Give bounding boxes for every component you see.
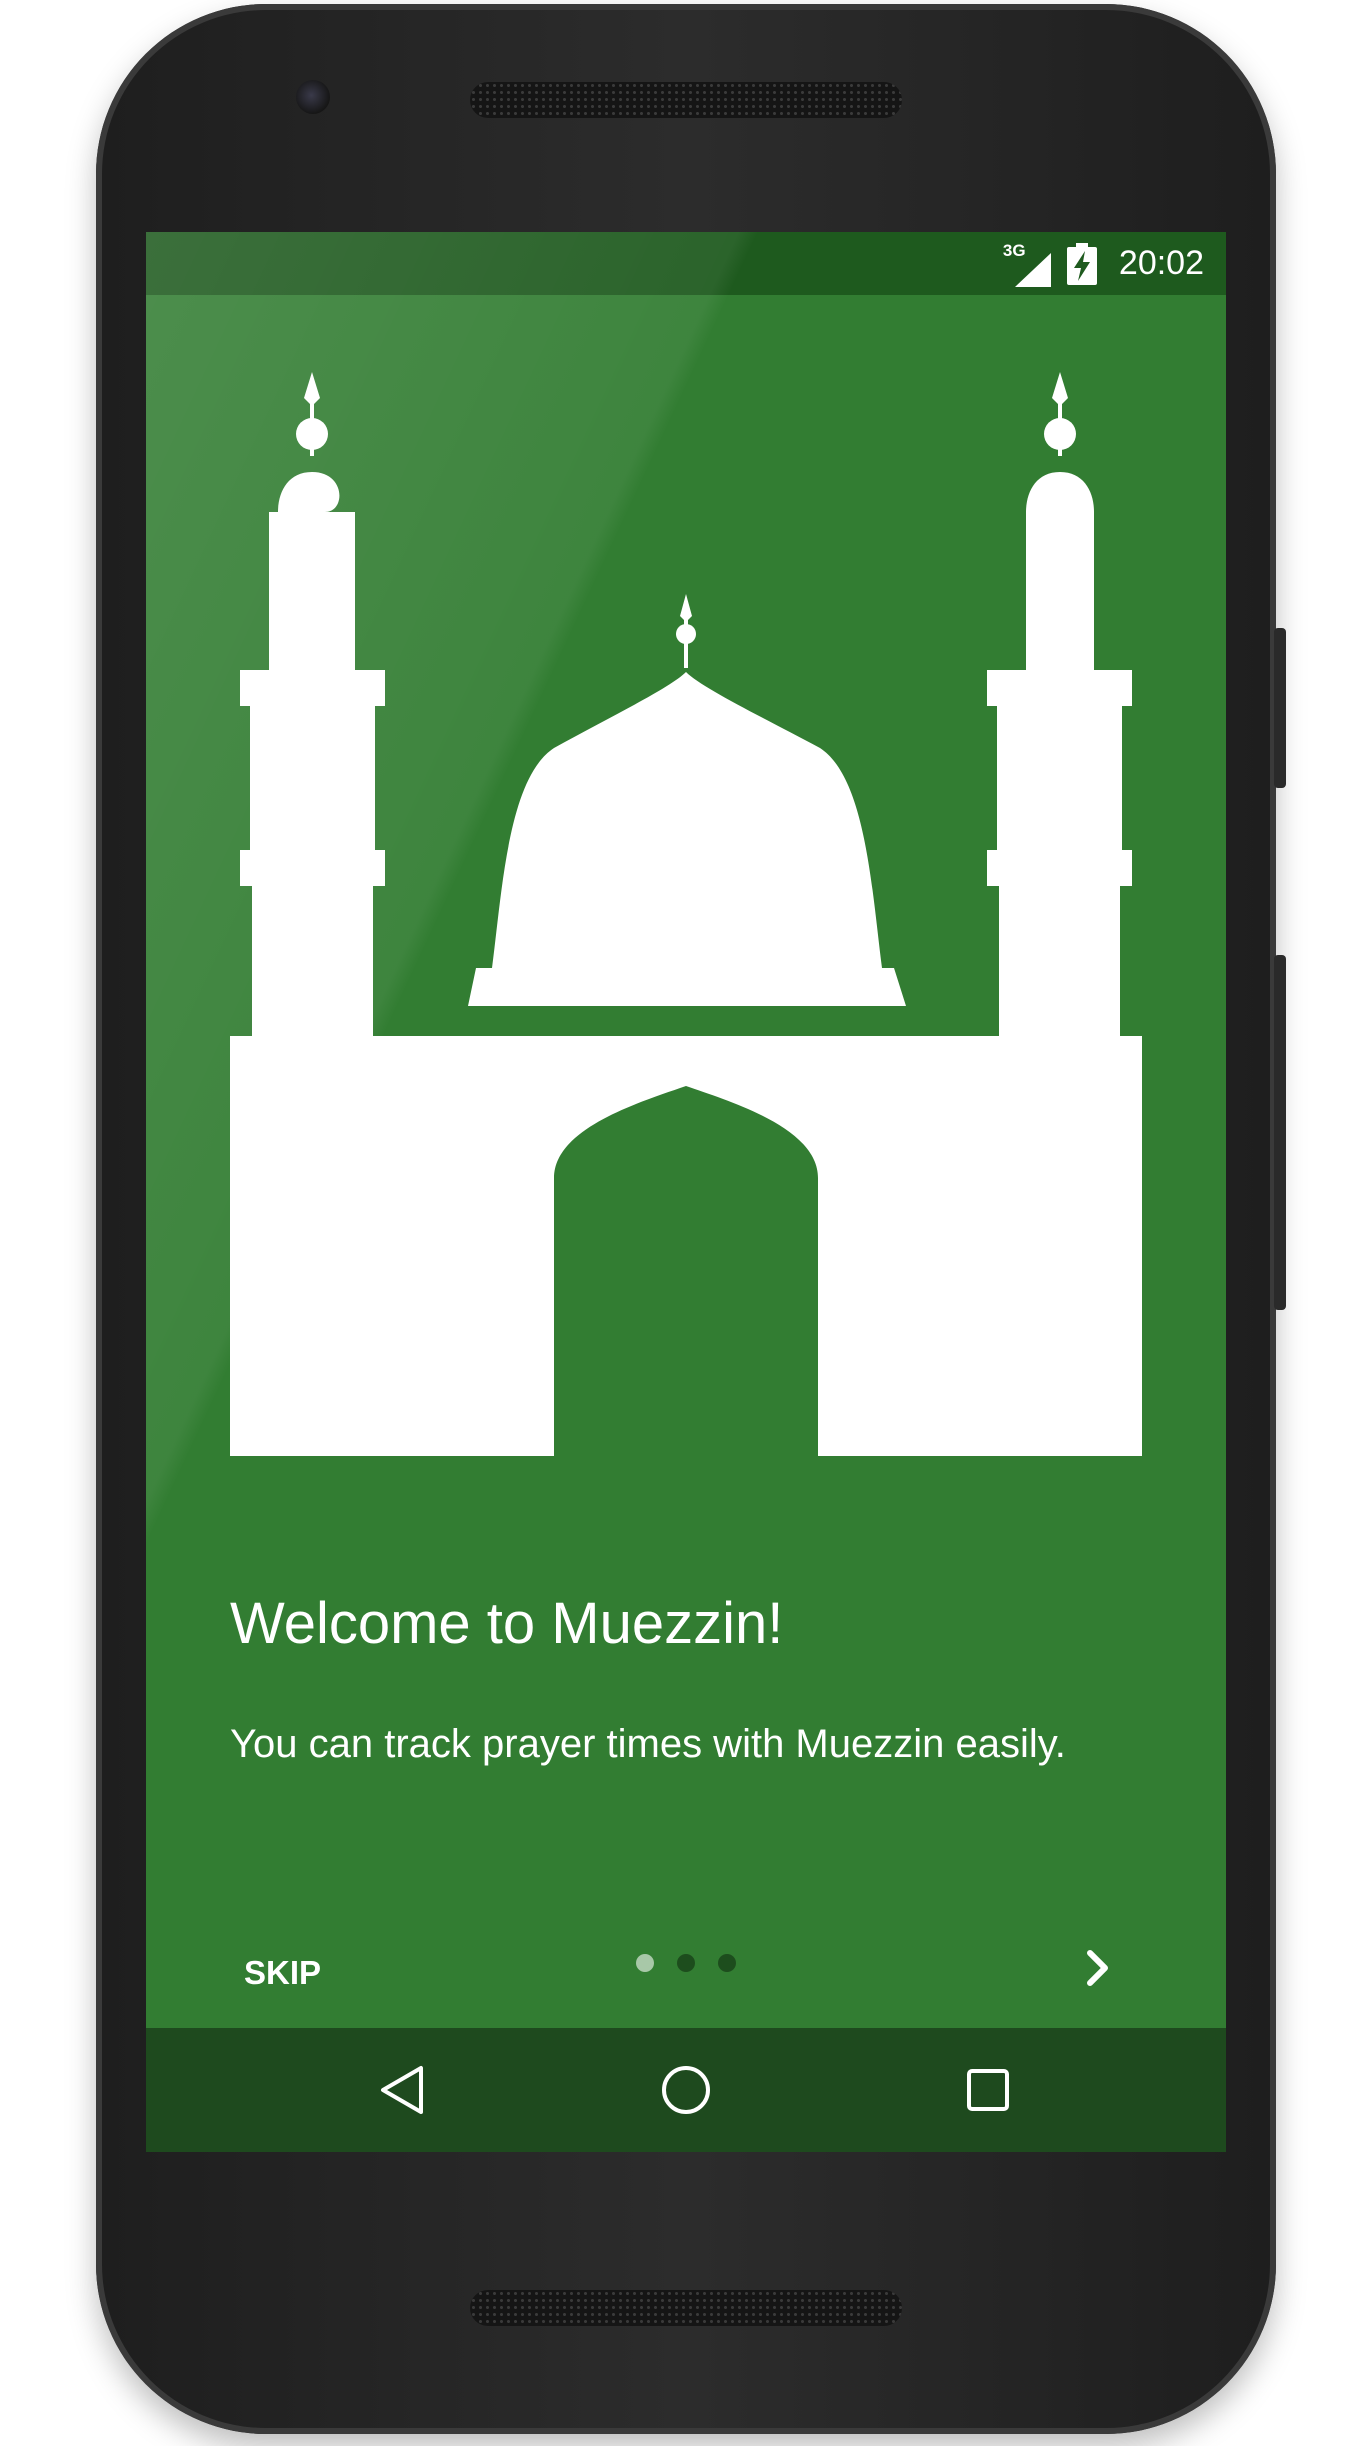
mosque-icon	[230, 372, 1142, 1456]
navigation-bar	[146, 2028, 1226, 2152]
welcome-title: Welcome to Muezzin!	[230, 1591, 784, 1656]
bottom-speaker	[470, 2290, 902, 2326]
app-screen: 3G 20:02 Welcome to Muezzin! You can tra…	[146, 232, 1226, 2152]
status-bar: 3G 20:02	[146, 232, 1226, 295]
back-icon[interactable]	[373, 2060, 433, 2120]
power-button	[1274, 955, 1286, 1310]
page-dot-3	[718, 1954, 736, 1972]
signal-icon: 3G	[1003, 241, 1053, 287]
page-dot-1	[636, 1954, 654, 1972]
page-indicator	[636, 1952, 736, 1978]
chevron-right-icon[interactable]	[1068, 1938, 1128, 1998]
battery-charging-icon	[1066, 242, 1097, 285]
volume-button	[1274, 628, 1286, 788]
front-camera	[296, 80, 330, 114]
skip-button[interactable]: SKIP	[230, 1938, 335, 2008]
welcome-description: You can track prayer times with Muezzin …	[230, 1722, 1066, 1766]
recents-icon[interactable]	[958, 2060, 1018, 2120]
home-icon[interactable]	[656, 2060, 716, 2120]
status-time: 20:02	[1118, 244, 1204, 282]
page-dot-2	[677, 1954, 695, 1972]
earpiece-speaker	[470, 82, 902, 118]
